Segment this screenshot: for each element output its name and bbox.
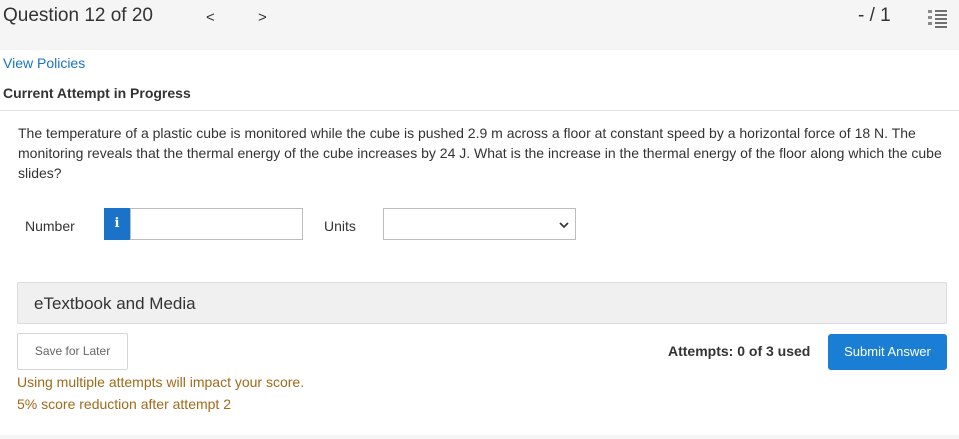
- etextbook-media-panel[interactable]: eTextbook and Media: [17, 282, 947, 324]
- previous-question-button[interactable]: <: [206, 9, 215, 26]
- next-question-button[interactable]: >: [258, 9, 267, 26]
- info-icon[interactable]: i: [104, 208, 130, 240]
- number-input[interactable]: [130, 208, 303, 240]
- numbered-list-icon[interactable]: [927, 7, 949, 29]
- question-counter: Question 12 of 20: [3, 5, 153, 26]
- view-policies-link[interactable]: View Policies: [3, 55, 85, 71]
- section-divider: [0, 110, 959, 111]
- attempts-counter: Attempts: 0 of 3 used: [668, 343, 811, 359]
- attempt-warning: Using multiple attempts will impact your…: [17, 374, 305, 390]
- chevron-down-icon: [559, 222, 569, 229]
- units-dropdown[interactable]: [383, 208, 576, 240]
- etextbook-media-label: eTextbook and Media: [34, 294, 196, 313]
- question-panel: View Policies Current Attempt in Progres…: [0, 50, 959, 435]
- submit-answer-button[interactable]: Submit Answer: [828, 334, 947, 370]
- question-header: Question 12 of 20 < > - / 1: [0, 0, 959, 50]
- score-reduction-note: 5% score reduction after attempt 2: [17, 396, 231, 412]
- number-label: Number: [25, 218, 75, 234]
- units-label: Units: [324, 218, 356, 234]
- save-for-later-button[interactable]: Save for Later: [17, 333, 128, 370]
- question-score: - / 1: [858, 5, 891, 26]
- question-text: The temperature of a plastic cube is mon…: [18, 125, 942, 181]
- attempt-status-heading: Current Attempt in Progress: [3, 85, 191, 101]
